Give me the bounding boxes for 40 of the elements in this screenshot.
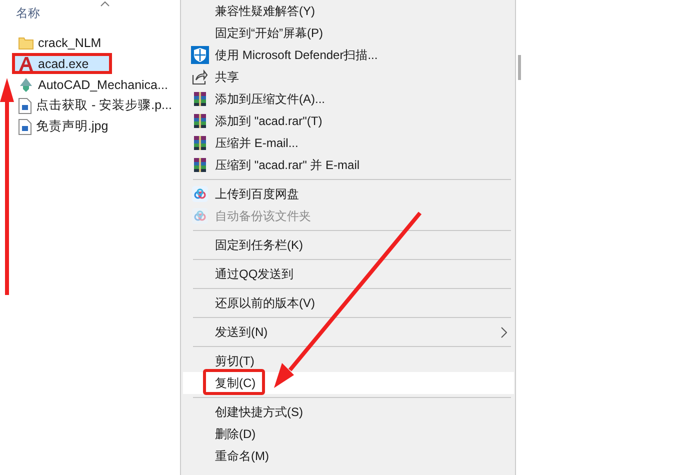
menu-item[interactable]: 还原以前的版本(V): [183, 292, 511, 314]
menu-item[interactable]: 添加到 "acad.rar"(T): [183, 110, 511, 132]
archive-stack-icon: [192, 135, 208, 151]
cloud-icon: [192, 186, 208, 202]
file-row[interactable]: 点击获取 - 安装步骤.p...: [12, 95, 178, 116]
menu-item[interactable]: 发送到(N): [183, 321, 511, 343]
image-file-icon: [18, 118, 32, 134]
sort-caret-icon: [100, 1, 110, 7]
archive-stack-icon: [192, 157, 208, 173]
letter-a-icon: [18, 56, 34, 72]
archive-stack-icon: [192, 113, 208, 129]
file-row[interactable]: acad.exe: [12, 53, 112, 74]
folder-icon: [18, 36, 34, 50]
menu-item[interactable]: 压缩并 E-mail...: [183, 132, 511, 154]
menu-item[interactable]: 上传到百度网盘: [183, 183, 511, 205]
menu-item[interactable]: 复制(C): [183, 372, 514, 394]
menu-item[interactable]: 通过QQ发送到: [183, 263, 511, 285]
menu-item[interactable]: 添加到压缩文件(A)...: [183, 88, 511, 110]
cloud-icon: [192, 208, 208, 224]
menu-item[interactable]: 兼容性疑难解答(Y): [183, 0, 511, 22]
menu-item[interactable]: 固定到任务栏(K): [183, 234, 511, 256]
chevron-right-icon: [501, 327, 507, 338]
menu-item[interactable]: 重命名(M): [183, 445, 511, 467]
share-icon: [192, 69, 208, 85]
file-row[interactable]: AutoCAD_Mechanica...: [12, 74, 178, 95]
menu-item[interactable]: 压缩到 "acad.rar" 并 E-mail: [183, 154, 511, 176]
file-row[interactable]: 免责声明.jpg: [12, 116, 178, 137]
menu-item[interactable]: 使用 Microsoft Defender扫描...: [183, 44, 511, 66]
image-file-icon: [18, 98, 32, 114]
menu-item[interactable]: 创建快捷方式(S): [183, 401, 511, 423]
menu-item[interactable]: 共享: [183, 66, 511, 88]
menu-item[interactable]: 固定到“开始”屏幕(P): [183, 22, 511, 44]
file-row[interactable]: crack_NLM: [12, 32, 178, 53]
menu-item[interactable]: 剪切(T): [183, 350, 511, 372]
installer-icon: [18, 76, 34, 92]
scrollbar-thumb[interactable]: [518, 55, 521, 80]
column-header[interactable]: 名称: [16, 5, 40, 22]
shield-icon: [191, 46, 209, 64]
menu-item[interactable]: 删除(D): [183, 423, 511, 445]
archive-stack-icon: [192, 91, 208, 107]
